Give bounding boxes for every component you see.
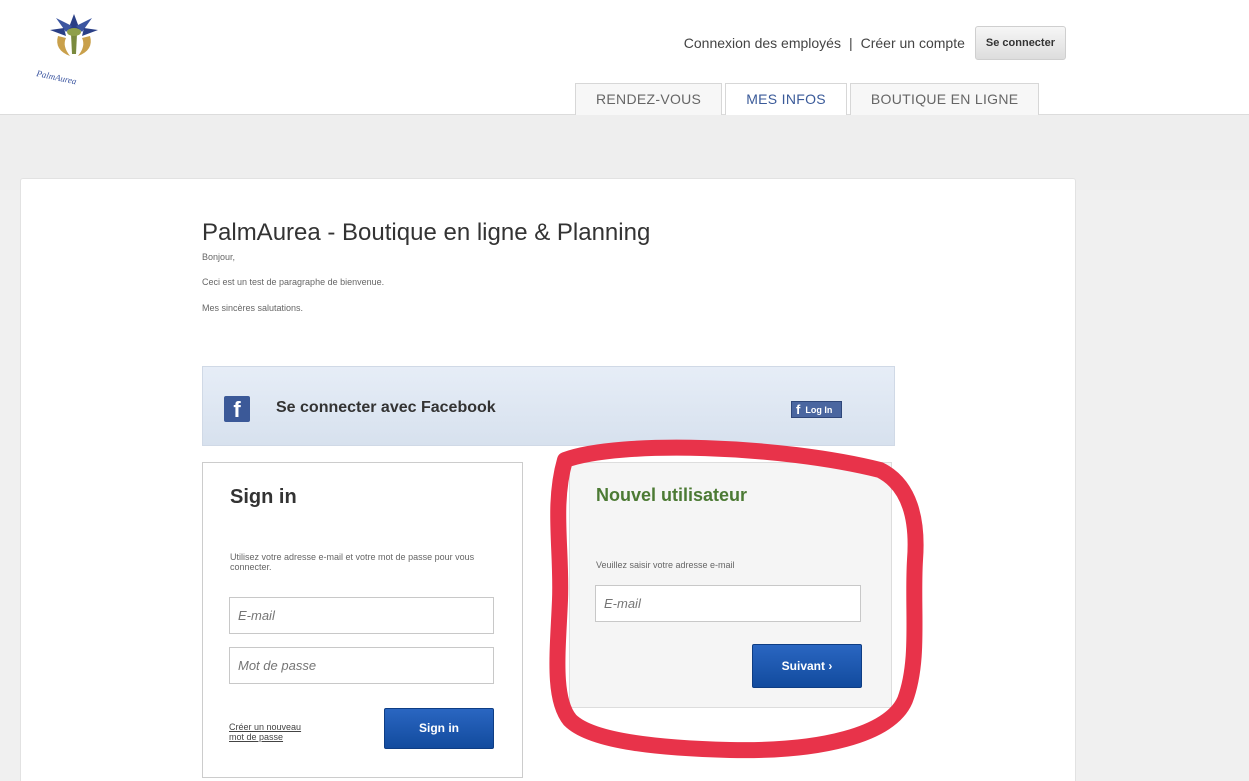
signin-description: Utilisez votre adresse e-mail et votre m… <box>230 552 475 572</box>
header: PalmAurea Connexion des employés | Créer… <box>0 0 1249 116</box>
signin-title: Sign in <box>230 486 297 508</box>
new-user-description: Veuillez saisir votre adresse e-mail <box>596 560 735 570</box>
new-user-title: Nouvel utilisateur <box>596 485 748 505</box>
main-tabs: RENDEZ-VOUS MES INFOS BOUTIQUE EN LIGNE <box>575 83 1042 116</box>
connect-button[interactable]: Se connecter <box>974 26 1066 60</box>
signin-box: Sign in Utilisez votre adresse e-mail et… <box>202 462 523 778</box>
create-account-link[interactable]: Créer un compte <box>861 35 965 51</box>
top-nav: Connexion des employés | Créer un compte… <box>684 26 1066 60</box>
tab-boutique-en-ligne[interactable]: BOUTIQUE EN LIGNE <box>849 83 1040 115</box>
tab-rendez-vous[interactable]: RENDEZ-VOUS <box>575 83 723 115</box>
employee-login-link[interactable]: Connexion des employés <box>684 35 841 51</box>
signin-email-input[interactable] <box>229 597 494 634</box>
facebook-icon: f <box>224 396 250 422</box>
forgot-password-link[interactable]: Créer un nouveau mot de passe <box>229 722 309 742</box>
tab-mes-infos[interactable]: MES INFOS <box>725 83 847 116</box>
facebook-login-bar[interactable]: f Se connecter avec Facebook f Log In <box>202 366 895 446</box>
palmaurea-logo[interactable]: PalmAurea <box>22 6 126 87</box>
page-title: PalmAurea - Boutique en ligne & Planning <box>202 219 651 246</box>
new-user-email-input[interactable] <box>595 585 861 622</box>
intro-paragraph: Ceci est un test de paragraphe de bienve… <box>202 277 385 287</box>
signin-button[interactable]: Sign in <box>384 708 494 749</box>
facebook-login-button[interactable]: f Log In <box>791 401 842 418</box>
intro-greeting: Bonjour, <box>202 252 236 262</box>
nav-separator: | <box>848 35 853 51</box>
new-user-box: Nouvel utilisateur Veuillez saisir votre… <box>569 462 892 708</box>
facebook-login-button-label: Log In <box>805 404 833 415</box>
intro-signoff: Mes sincères salutations. <box>202 303 304 313</box>
logo-text: PalmAurea <box>35 68 78 86</box>
next-button[interactable]: Suivant › <box>752 644 862 688</box>
signin-password-input[interactable] <box>229 647 494 684</box>
facebook-small-icon: f <box>796 402 801 417</box>
main-card: PalmAurea - Boutique en ligne & Planning… <box>20 178 1076 781</box>
facebook-login-label: Se connecter avec Facebook <box>276 399 496 416</box>
